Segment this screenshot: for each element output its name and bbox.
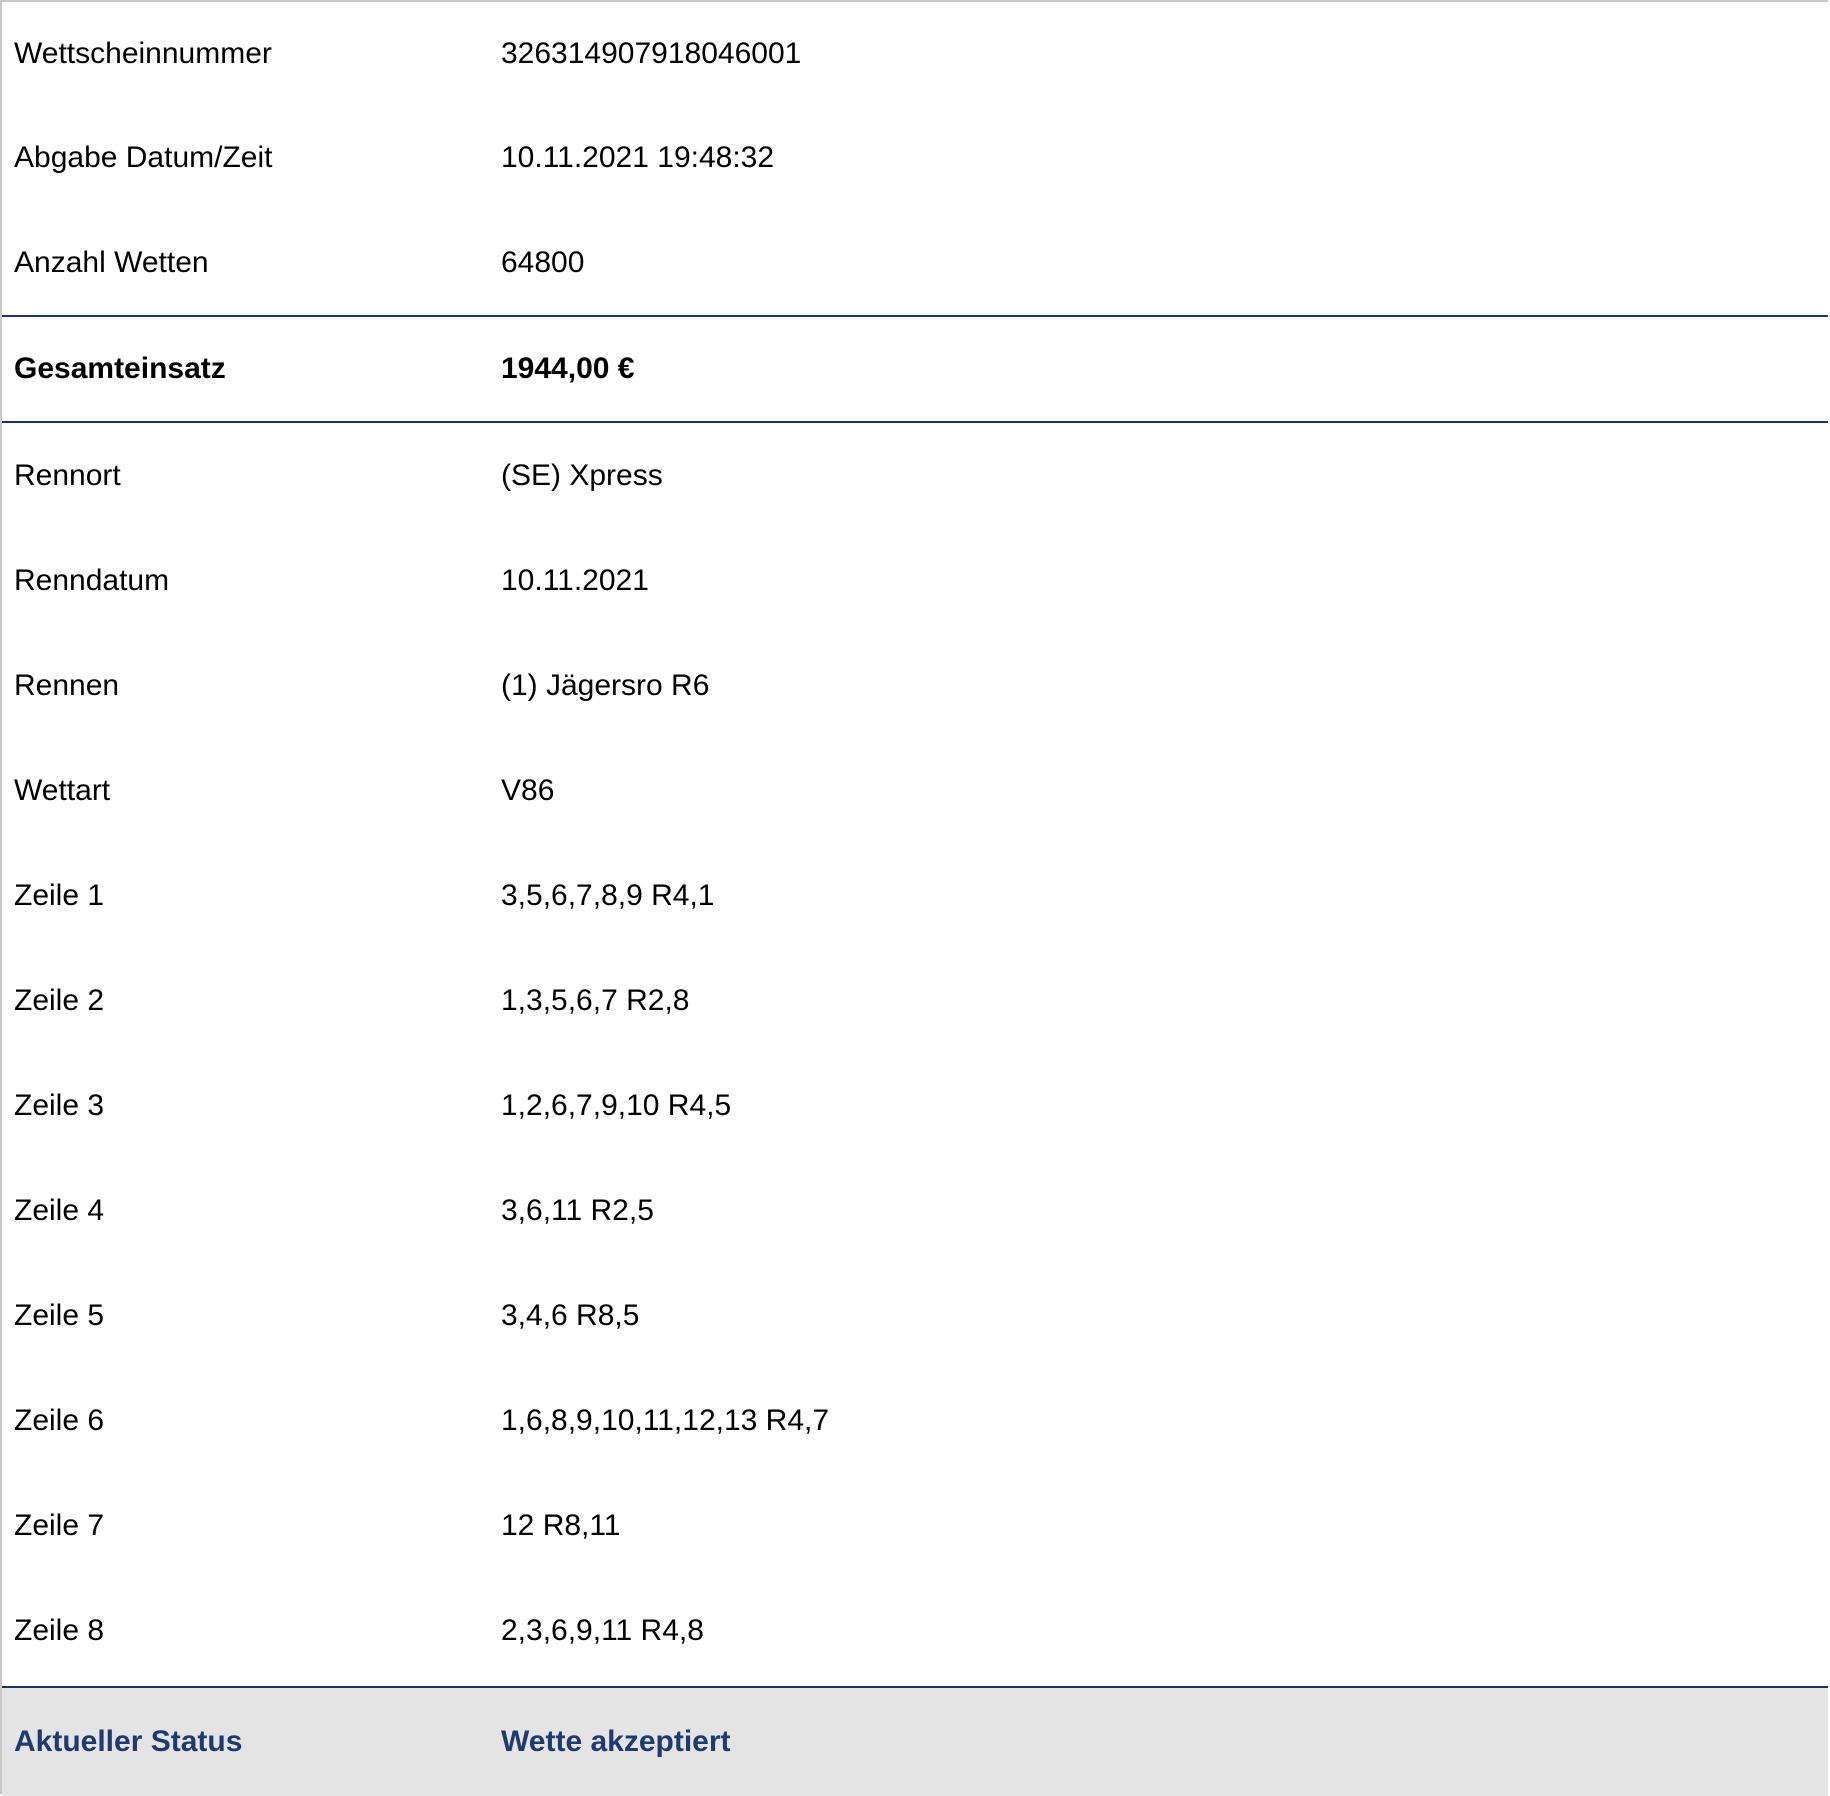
submit-datetime-label: Abgabe Datum/Zeit — [14, 140, 273, 174]
line-label: Zeile 3 — [14, 1088, 105, 1122]
status-label: Aktueller Status — [14, 1725, 243, 1758]
line-value: 3,6,11 R2,5 — [501, 1193, 654, 1227]
line-row-2: Zeile 2 1,3,5,6,7 R2,8 — [2, 948, 1828, 1053]
ticket-number-row: Wettscheinnummer 326314907918046001 — [2, 2, 1828, 105]
line-row-5: Zeile 5 3,4,6 R8,5 — [2, 1263, 1828, 1368]
line-label: Zeile 2 — [14, 983, 105, 1017]
line-row-8: Zeile 8 2,3,6,9,11 R4,8 — [2, 1578, 1828, 1683]
status-value: Wette akzeptiert — [501, 1725, 731, 1758]
line-row-6: Zeile 6 1,6,8,9,10,11,12,13 R4,7 — [2, 1368, 1828, 1473]
total-stake-label: Gesamteinsatz — [14, 352, 226, 385]
race-label: Rennen — [14, 668, 120, 702]
submit-datetime-row: Abgabe Datum/Zeit 10.11.2021 19:48:32 — [2, 105, 1828, 210]
race-date-value: 10.11.2021 — [501, 563, 649, 597]
ticket-number-label: Wettscheinnummer — [14, 36, 272, 70]
race-value: (1) Jägersro R6 — [501, 668, 710, 702]
race-location-value: (SE) Xpress — [501, 458, 663, 492]
race-location-label: Rennort — [14, 458, 121, 492]
line-row-1: Zeile 1 3,5,6,7,8,9 R4,1 — [2, 843, 1828, 948]
line-row-7: Zeile 7 12 R8,11 — [2, 1473, 1828, 1578]
line-label: Zeile 4 — [14, 1193, 105, 1227]
line-value: 2,3,6,9,11 R4,8 — [501, 1613, 704, 1647]
bet-count-label: Anzahl Wetten — [14, 245, 209, 279]
bet-count-value: 64800 — [501, 245, 585, 279]
line-row-4: Zeile 4 3,6,11 R2,5 — [2, 1158, 1828, 1263]
line-label: Zeile 7 — [14, 1508, 105, 1542]
bet-type-label: Wettart — [14, 773, 111, 807]
ticket-detail-group: Rennort (SE) Xpress Renndatum 10.11.2021… — [2, 423, 1828, 1683]
bet-type-value: V86 — [501, 773, 555, 807]
bet-type-row: Wettart V86 — [2, 738, 1828, 843]
line-value: 1,2,6,7,9,10 R4,5 — [501, 1088, 732, 1122]
status-row: Aktueller Status Wette akzeptiert — [2, 1686, 1828, 1796]
line-row-3: Zeile 3 1,2,6,7,9,10 R4,5 — [2, 1053, 1828, 1158]
line-value: 1,6,8,9,10,11,12,13 R4,7 — [501, 1403, 830, 1437]
line-value: 3,5,6,7,8,9 R4,1 — [501, 878, 715, 912]
ticket-header-group: Wettscheinnummer 326314907918046001 Abga… — [2, 2, 1828, 315]
total-stake-value: 1944,00 € — [501, 352, 635, 385]
race-date-label: Renndatum — [14, 563, 170, 597]
line-value: 3,4,6 R8,5 — [501, 1298, 640, 1332]
line-label: Zeile 5 — [14, 1298, 105, 1332]
bet-ticket-details: Wettscheinnummer 326314907918046001 Abga… — [0, 0, 1828, 1796]
line-value: 1,3,5,6,7 R2,8 — [501, 983, 690, 1017]
bet-count-row: Anzahl Wetten 64800 — [2, 210, 1828, 315]
race-location-row: Rennort (SE) Xpress — [2, 423, 1828, 528]
line-label: Zeile 1 — [14, 878, 105, 912]
line-value: 12 R8,11 — [501, 1508, 621, 1542]
line-label: Zeile 8 — [14, 1613, 105, 1647]
submit-datetime-value: 10.11.2021 19:48:32 — [501, 140, 775, 174]
race-row: Rennen (1) Jägersro R6 — [2, 633, 1828, 738]
ticket-number-value: 326314907918046001 — [501, 36, 802, 70]
line-label: Zeile 6 — [14, 1403, 105, 1437]
race-date-row: Renndatum 10.11.2021 — [2, 528, 1828, 633]
total-stake-row: Gesamteinsatz 1944,00 € — [2, 315, 1828, 423]
